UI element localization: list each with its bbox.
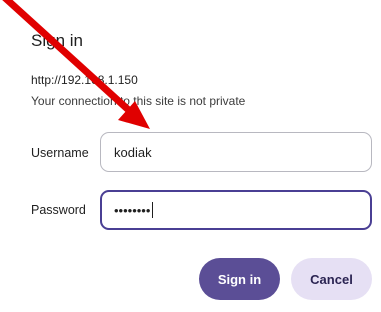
username-value: kodiak (114, 144, 152, 160)
username-label: Username (31, 146, 89, 160)
password-field[interactable]: •••••••• (100, 190, 372, 230)
username-field[interactable]: kodiak (100, 132, 372, 172)
sign-in-dialog: Sign in http://192.168.1.150 Your connec… (0, 0, 381, 312)
text-caret (152, 202, 154, 218)
password-label: Password (31, 203, 86, 217)
site-host: http://192.168.1.150 (31, 73, 138, 87)
sign-in-button[interactable]: Sign in (199, 258, 280, 300)
dialog-title: Sign in (31, 31, 83, 50)
privacy-notice: Your connection to this site is not priv… (31, 94, 246, 108)
cancel-button[interactable]: Cancel (291, 258, 372, 300)
password-value: •••••••• (114, 202, 151, 218)
